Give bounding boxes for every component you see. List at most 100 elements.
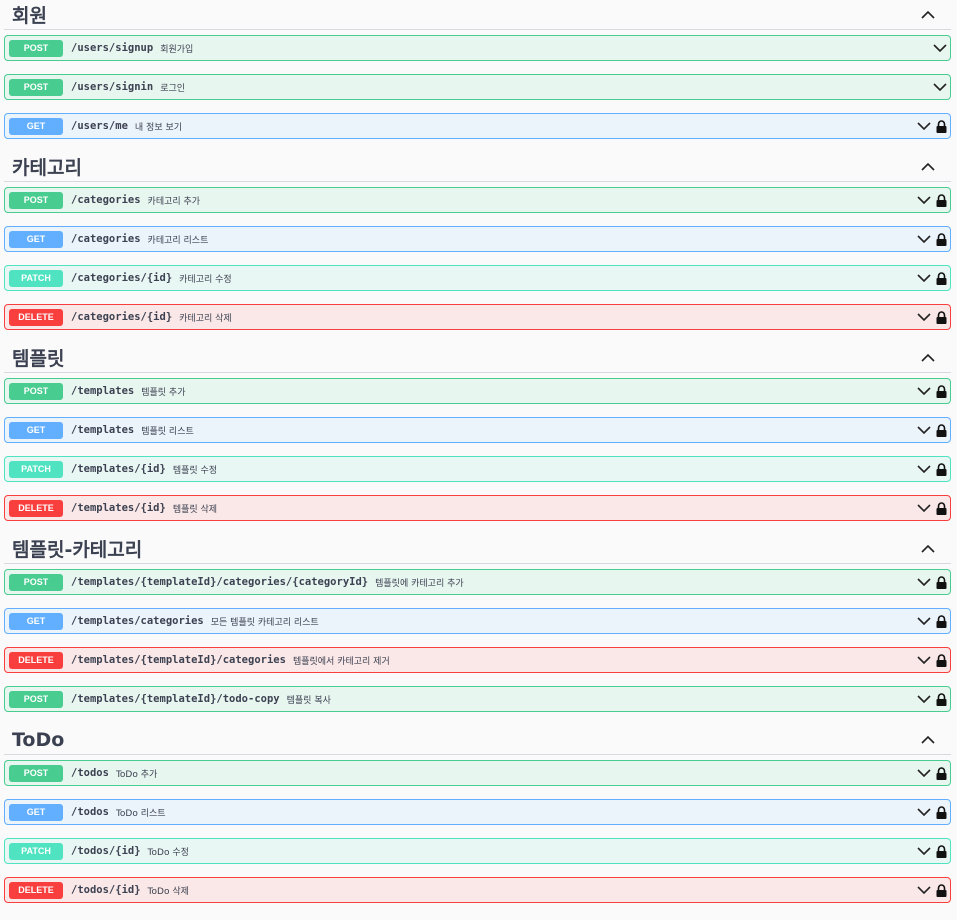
tag-header[interactable]: ToDo (4, 725, 951, 755)
operation-summary: 카테고리 추가 (147, 196, 201, 207)
method-badge: POST (9, 191, 63, 209)
operation-path: /templates (71, 424, 135, 436)
operation-delete[interactable]: DELETE/templates/{id} 템플릿 삭제 (4, 495, 951, 521)
operation-path: /templates/{templateId}/categories (71, 654, 286, 666)
tag-title: 회원 (12, 5, 47, 27)
chevron-down-icon[interactable] (917, 271, 931, 285)
operation-get[interactable]: GET/templates 템플릿 리스트 (4, 417, 951, 443)
lock-icon[interactable] (935, 462, 947, 476)
operation-summary: ToDo 추가 (115, 769, 158, 780)
chevron-down-icon[interactable] (917, 501, 931, 515)
chevron-up-icon[interactable] (919, 6, 937, 24)
chevron-down-icon[interactable] (917, 614, 931, 628)
operation-delete[interactable]: DELETE/todos/{id} ToDo 삭제 (4, 877, 951, 903)
lock-icon[interactable] (935, 501, 947, 515)
lock-icon[interactable] (935, 883, 947, 897)
lock-icon[interactable] (935, 232, 947, 246)
lock-icon[interactable] (935, 766, 947, 780)
operation-post[interactable]: POST/templates 템플릿 추가 (4, 378, 951, 404)
chevron-up-icon[interactable] (919, 540, 937, 558)
lock-icon[interactable] (935, 193, 947, 207)
chevron-up-icon[interactable] (919, 349, 937, 367)
operation-summary: 회원가입 (160, 44, 194, 55)
chevron-down-icon[interactable] (917, 844, 931, 858)
operation-get[interactable]: GET/categories 카테고리 리스트 (4, 226, 951, 252)
tag-header[interactable]: 카테고리 (4, 152, 951, 182)
operation-get[interactable]: GET/templates/categories 모든 템플릿 카테고리 리스트 (4, 608, 951, 634)
operation-summary: 로그인 (160, 83, 186, 94)
operation-patch[interactable]: PATCH/todos/{id} ToDo 수정 (4, 838, 951, 864)
operation-path: /categories/{id} (71, 272, 173, 284)
operation-summary: 내 정보 보기 (134, 122, 183, 133)
lock-icon[interactable] (935, 119, 947, 133)
operation-path: /todos (71, 767, 109, 779)
chevron-down-icon[interactable] (917, 423, 931, 437)
tag-header[interactable]: 템플릿-카테고리 (4, 534, 951, 564)
chevron-down-icon[interactable] (917, 193, 931, 207)
chevron-down-icon[interactable] (917, 119, 931, 133)
operation-delete[interactable]: DELETE/templates/{templateId}/categories… (4, 647, 951, 673)
chevron-down-icon[interactable] (917, 384, 931, 398)
operation-post[interactable]: POST/categories 카테고리 추가 (4, 187, 951, 213)
tag-title: 카테고리 (12, 157, 82, 179)
lock-icon[interactable] (935, 575, 947, 589)
operation-summary: 모든 템플릿 카테고리 리스트 (210, 617, 319, 628)
lock-icon[interactable] (935, 805, 947, 819)
lock-icon[interactable] (935, 844, 947, 858)
operation-post[interactable]: POST/templates/{templateId}/todo-copy 템플릿… (4, 686, 951, 712)
method-badge: POST (9, 78, 63, 96)
method-badge: GET (9, 612, 63, 630)
operation-patch[interactable]: PATCH/templates/{id} 템플릿 수정 (4, 456, 951, 482)
chevron-down-icon[interactable] (917, 462, 931, 476)
chevron-down-icon[interactable] (917, 692, 931, 706)
lock-icon[interactable] (935, 423, 947, 437)
operation-path: /todos/{id} (71, 845, 141, 857)
operation-path: /users/signin (71, 81, 154, 93)
operation-get[interactable]: GET/todos ToDo 리스트 (4, 799, 951, 825)
operation-summary: 템플릿 추가 (141, 387, 186, 398)
operation-summary: ToDo 리스트 (115, 808, 166, 819)
operation-post[interactable]: POST/templates/{templateId}/categories/{… (4, 569, 951, 595)
method-badge: PATCH (9, 269, 63, 287)
chevron-down-icon[interactable] (917, 653, 931, 667)
lock-icon[interactable] (935, 653, 947, 667)
operation-path: /templates (71, 385, 135, 397)
operation-patch[interactable]: PATCH/categories/{id} 카테고리 수정 (4, 265, 951, 291)
lock-icon[interactable] (935, 271, 947, 285)
operation-path: /users/me (71, 120, 128, 132)
method-badge: GET (9, 803, 63, 821)
lock-icon[interactable] (935, 692, 947, 706)
chevron-up-icon[interactable] (919, 158, 937, 176)
operation-post[interactable]: POST/users/signin 로그인 (4, 74, 951, 100)
tag-section: 카테고리 POST/categories 카테고리 추가 GET/categories… (4, 152, 951, 330)
operation-get[interactable]: GET/users/me 내 정보 보기 (4, 113, 951, 139)
lock-icon[interactable] (935, 310, 947, 324)
chevron-up-icon[interactable] (919, 731, 937, 749)
api-docs: 회원 POST/users/signup 회원가입 POST/users/signin… (0, 0, 957, 903)
chevron-down-icon[interactable] (933, 80, 947, 94)
tag-header[interactable]: 템플릿 (4, 343, 951, 373)
chevron-down-icon[interactable] (917, 575, 931, 589)
chevron-down-icon[interactable] (917, 883, 931, 897)
operation-post[interactable]: POST/users/signup 회원가입 (4, 35, 951, 61)
method-badge: DELETE (9, 499, 63, 517)
operation-post[interactable]: POST/todos ToDo 추가 (4, 760, 951, 786)
method-badge: DELETE (9, 881, 63, 899)
operation-summary: 템플릿 삭제 (172, 504, 218, 515)
operation-path: /todos (71, 806, 109, 818)
operation-delete[interactable]: DELETE/categories/{id} 카테고리 삭제 (4, 304, 951, 330)
method-badge: POST (9, 764, 63, 782)
operation-summary: 템플릿 복사 (286, 695, 331, 706)
chevron-down-icon[interactable] (917, 805, 931, 819)
method-badge: GET (9, 230, 63, 248)
method-badge: POST (9, 39, 63, 57)
chevron-down-icon[interactable] (917, 310, 931, 324)
lock-icon[interactable] (935, 614, 947, 628)
tag-header[interactable]: 회원 (4, 0, 951, 30)
lock-icon[interactable] (935, 384, 947, 398)
operation-path: /templates/{id} (71, 463, 166, 475)
chevron-down-icon[interactable] (917, 766, 931, 780)
chevron-down-icon[interactable] (917, 232, 931, 246)
chevron-down-icon[interactable] (933, 41, 947, 55)
tag-section: ToDo POST/todos ToDo 추가 GET/todos ToDo 리스트 PA… (4, 725, 951, 903)
